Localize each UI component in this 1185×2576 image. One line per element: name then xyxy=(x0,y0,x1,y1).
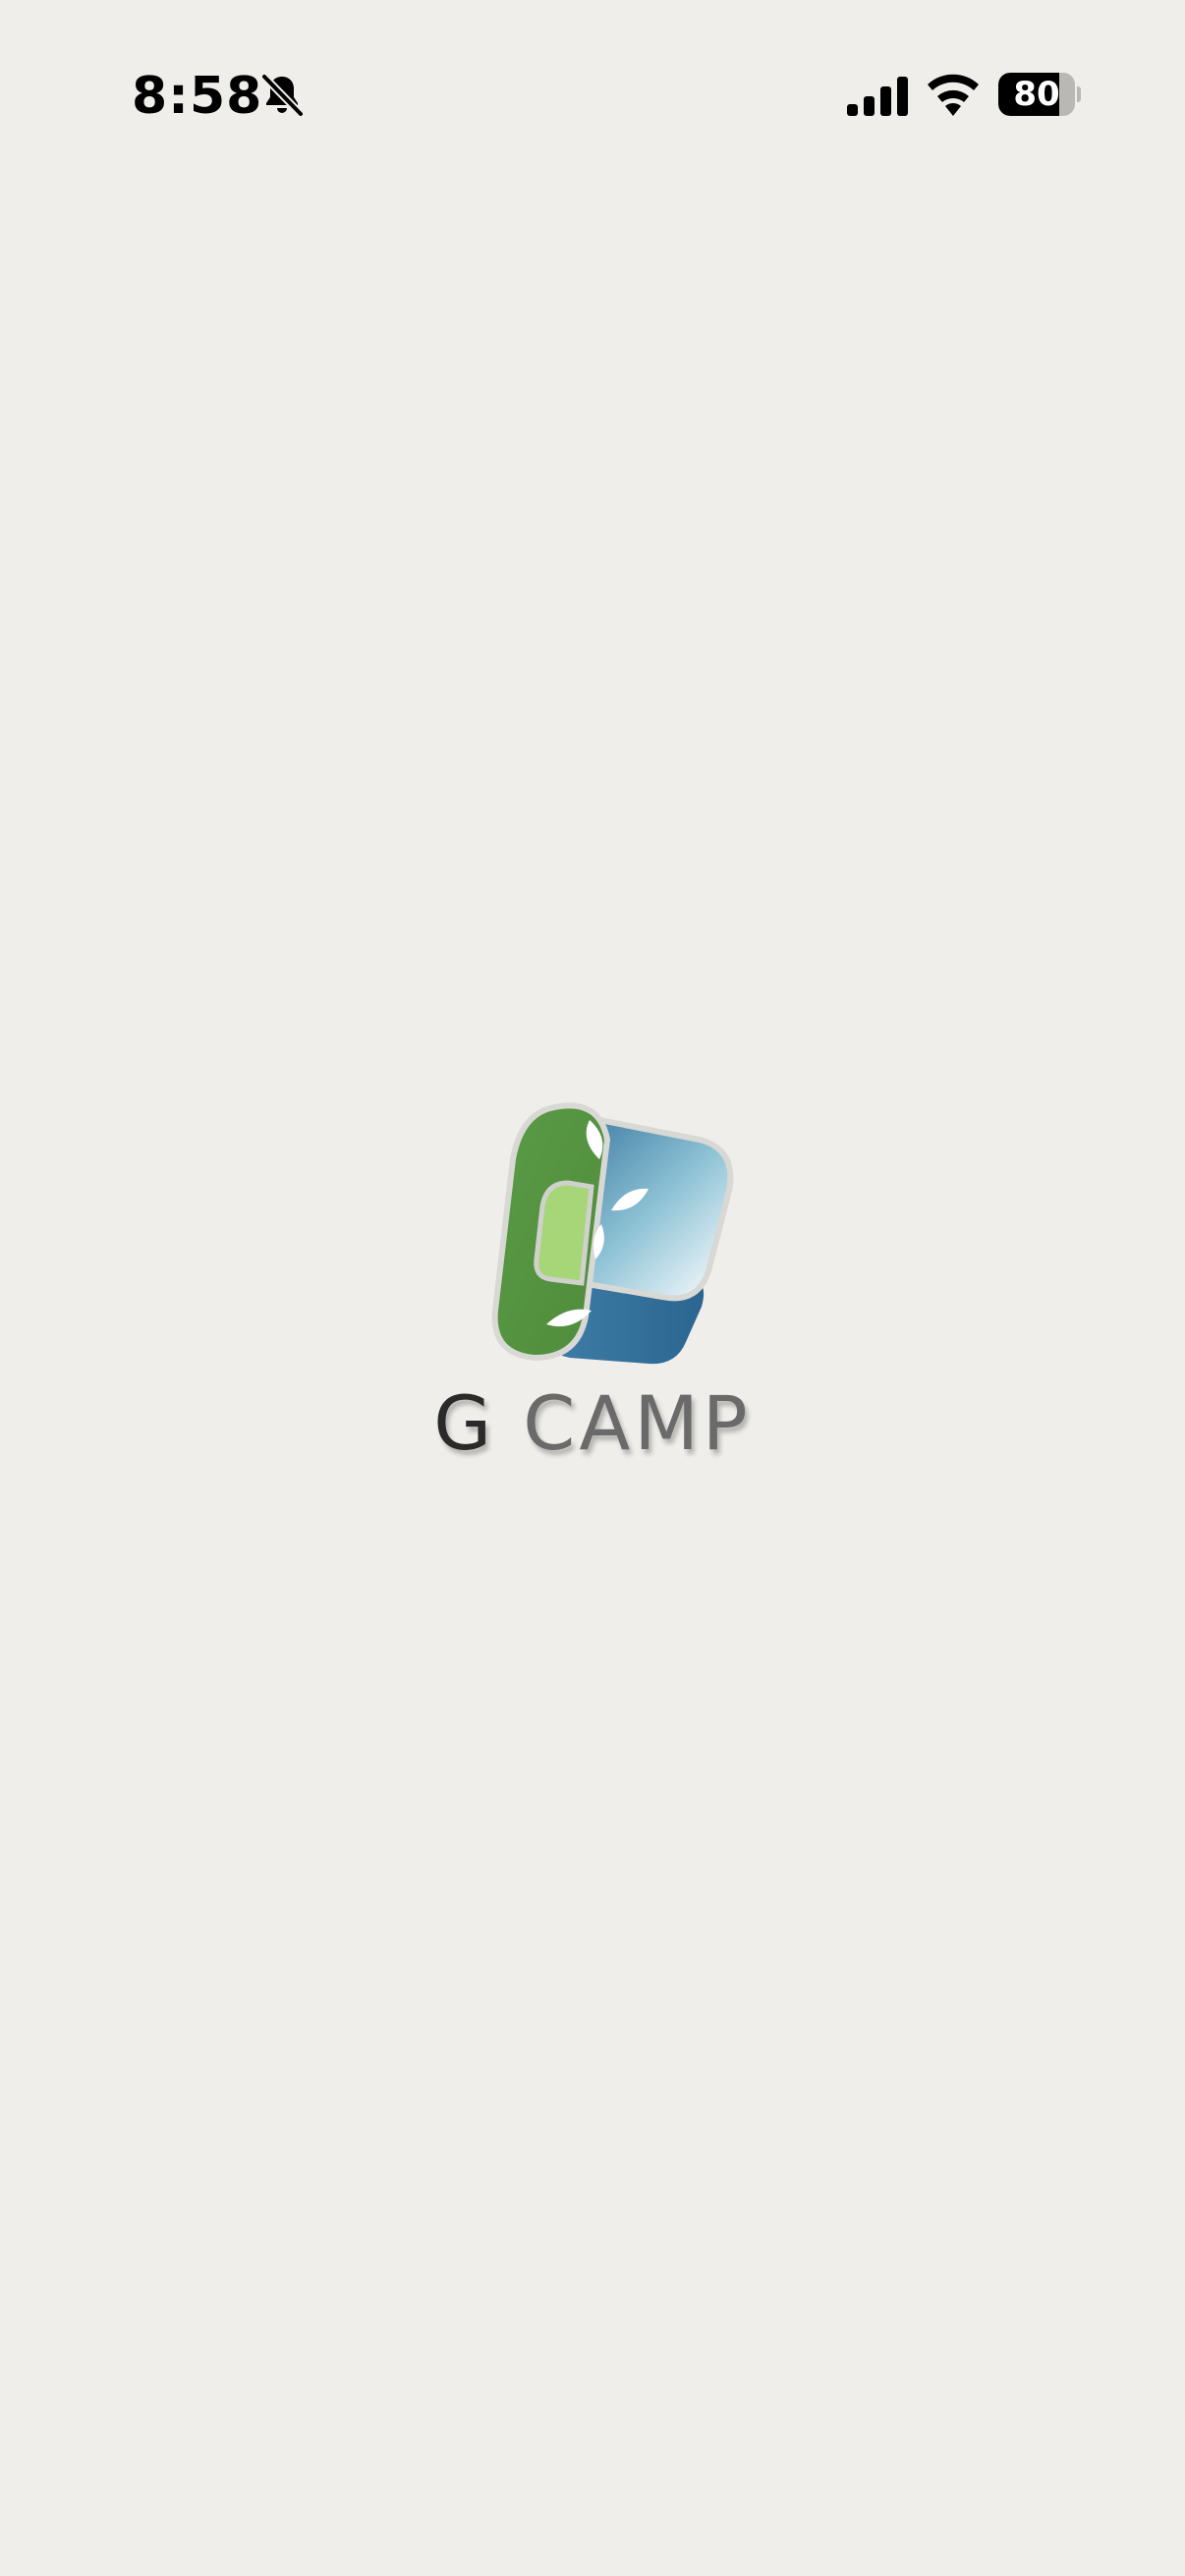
battery-nub xyxy=(1077,86,1081,102)
status-time: 8:58 xyxy=(132,67,263,126)
bell-slash-icon xyxy=(260,73,305,118)
app-logo: G CAMP xyxy=(413,1100,772,1474)
battery-percent: 80 xyxy=(1013,75,1060,114)
cellular-signal-icon xyxy=(847,77,908,116)
status-bar: 8:58 80 xyxy=(0,0,1185,187)
logo-wordmark: G CAMP xyxy=(413,1379,772,1467)
battery-icon: 80 xyxy=(998,73,1081,116)
logo-letter: G xyxy=(433,1379,496,1467)
wifi-icon xyxy=(928,74,979,116)
logo-word: CAMP xyxy=(523,1379,752,1467)
battery-body: 80 xyxy=(998,73,1075,116)
gcamp-logo-mark xyxy=(491,1102,734,1365)
